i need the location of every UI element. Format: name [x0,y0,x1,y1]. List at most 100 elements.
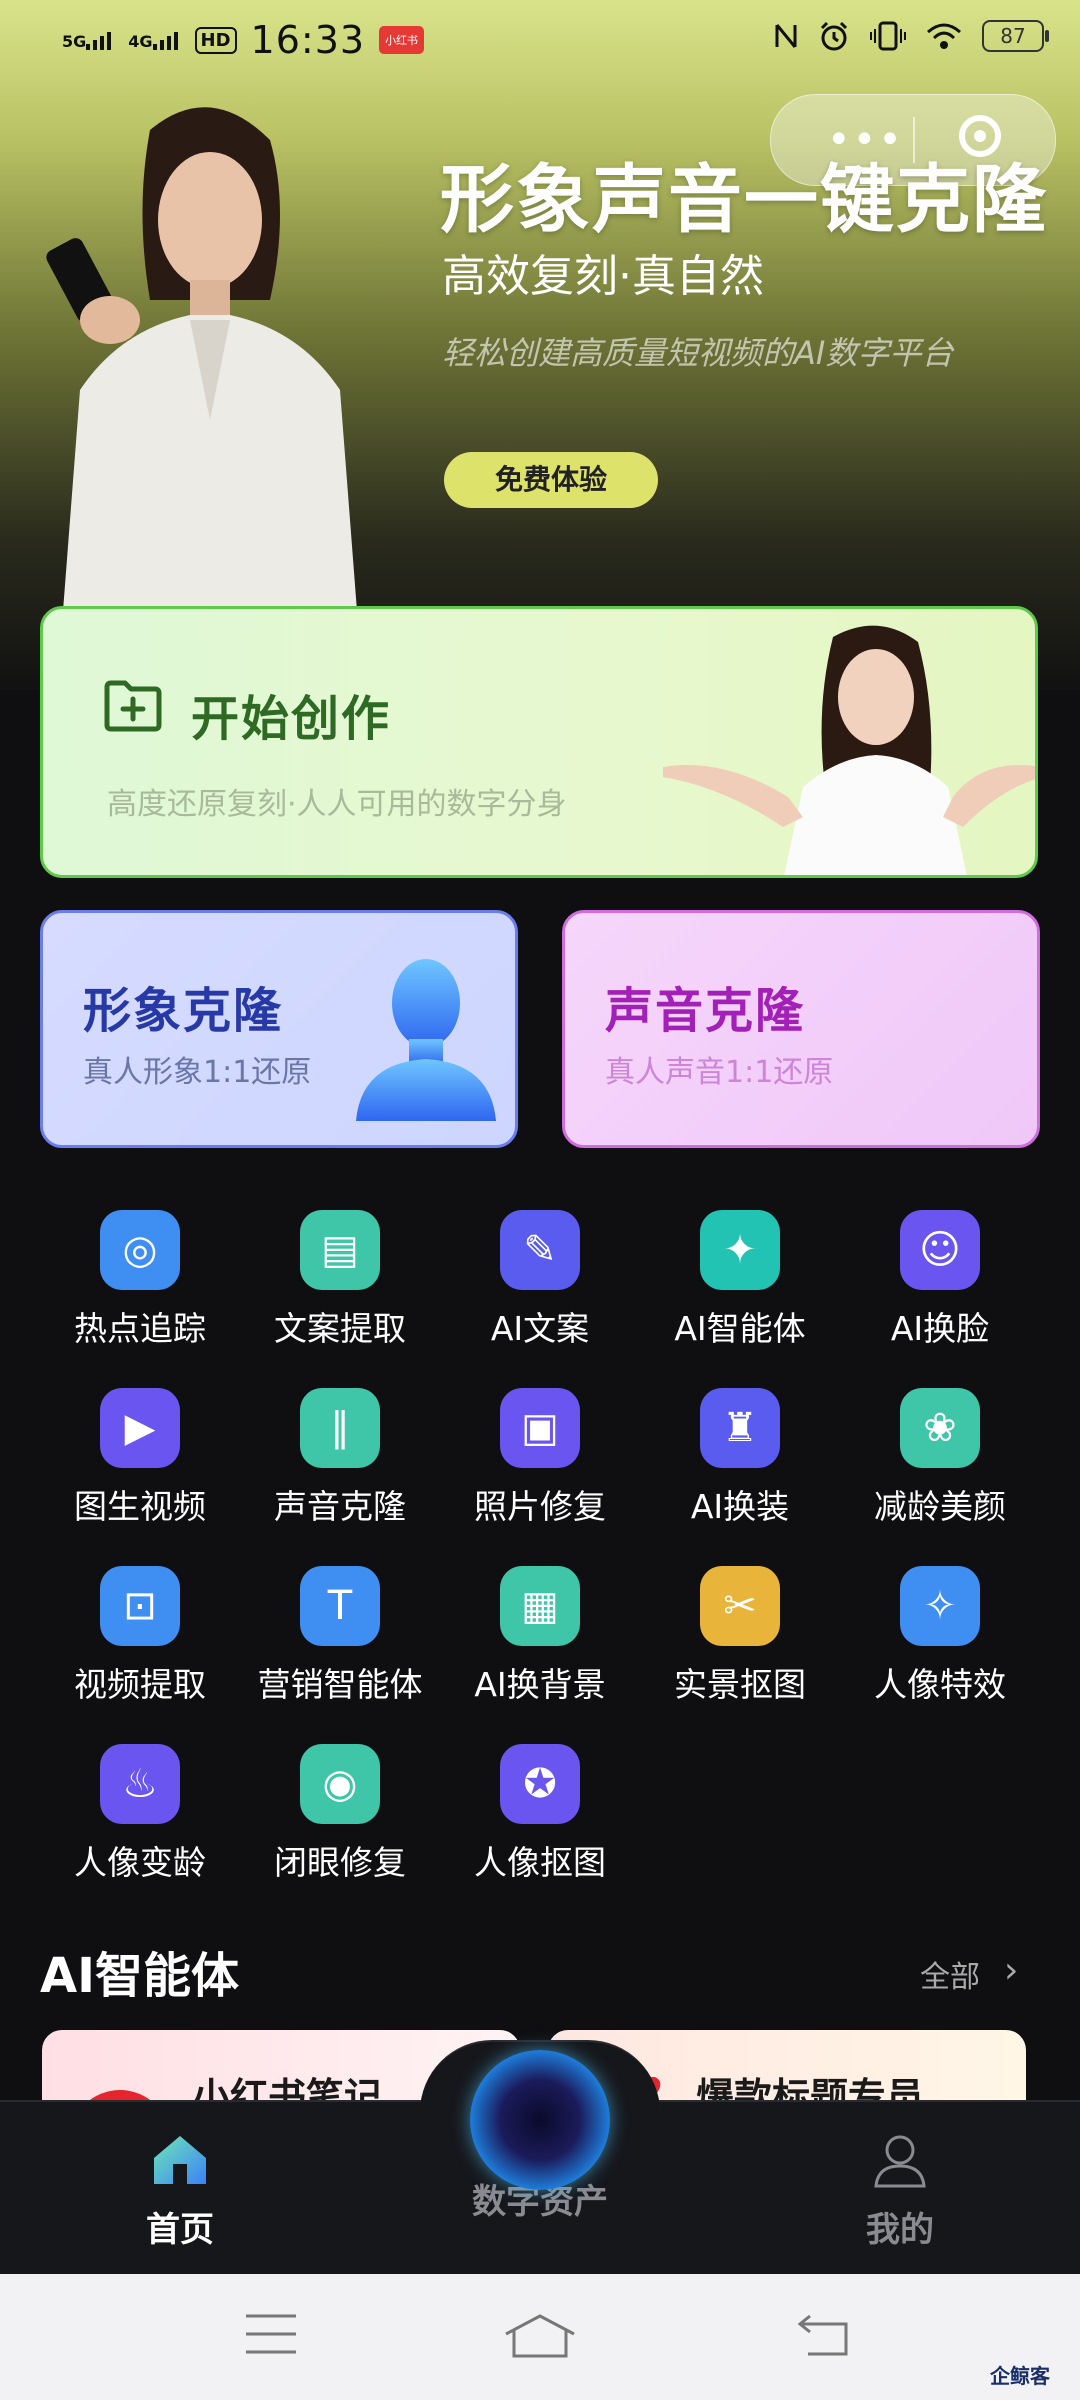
xiaohongshu-logo-icon [70,2090,170,2100]
hero-description: 轻松创建高质量短视频的AI数字平台 [442,334,954,372]
voice-clone-title: 声音克隆 [605,983,806,1039]
nfc-icon [775,24,797,48]
eye-repair-icon: ◉ [300,1744,380,1824]
tool-label: AI换脸 [890,1309,990,1348]
agents-section-title: AI智能体 [40,1948,240,2004]
background-swap-icon: ▦ [500,1566,580,1646]
hd-badge: HD [194,26,237,54]
create-title: 开始创作 [191,691,392,747]
hero-woman-image [46,107,360,650]
video-extract-icon: ⊡ [100,1566,180,1646]
scene-cutout-icon: ✂ [700,1566,780,1646]
wifi-icon [927,23,961,49]
target-icon: ◎ [100,1210,180,1290]
app-badge: 小红书 [379,26,425,54]
tool-label: 人像抠图 [474,1843,606,1882]
tool-label: AI换装 [690,1487,790,1526]
create-woman-image [663,625,1035,875]
battery-indicator: 87 [982,20,1049,52]
portrait-effect-icon: ✧ [900,1566,980,1646]
agent-card-title: 小红书笔记 [192,2075,383,2100]
menu-icon[interactable] [244,2312,298,2356]
outfit-icon: ♜ [700,1388,780,1468]
tool-label: 热点追踪 [74,1309,206,1348]
home-icon [154,2136,206,2184]
image-clone-card[interactable]: 形象克隆 真人形象1:1还原 [40,910,518,1148]
folder-add-icon [104,680,162,732]
magic-cutout-icon: ✪ [500,1744,580,1824]
tool-item[interactable]: ✧ 人像特效 [840,1566,1040,1736]
tool-item[interactable]: ▣ 照片修复 [440,1388,640,1558]
tab-home[interactable]: 首页 [80,2132,280,2251]
tool-label: 人像特效 [874,1665,1006,1704]
tool-item[interactable]: T 营销智能体 [240,1566,440,1736]
tool-item[interactable]: ♨ 人像变龄 [40,1744,240,1914]
tool-item[interactable]: ☺ AI换脸 [840,1210,1040,1380]
tool-item[interactable]: ∥ 声音克隆 [240,1388,440,1558]
play-video-icon: ▶ [100,1388,180,1468]
create-subtitle: 高度还原复刻·人人可用的数字分身 [107,787,567,822]
tool-item[interactable]: ✂ 实景抠图 [640,1566,840,1736]
cake-icon: ♨ [100,1744,180,1824]
tool-label: 声音克隆 [274,1487,406,1526]
tool-item[interactable]: ❀ 减龄美颜 [840,1388,1040,1558]
photo-repair-icon: ▣ [500,1388,580,1468]
tool-item[interactable]: ✎ AI文案 [440,1210,640,1380]
document-extract-icon: ▤ [300,1210,380,1290]
soundwave-icon: ∥ [300,1388,380,1468]
start-create-card[interactable]: 开始创作 高度还原复刻·人人可用的数字分身 [40,606,1038,878]
tool-label: AI文案 [490,1309,590,1348]
hero-subtitle: 高效复刻·真自然 [442,251,764,302]
tool-label: 减龄美颜 [874,1487,1006,1526]
vibrate-icon [870,21,906,51]
hero-title: 形象声音一键克隆 [440,157,1048,243]
tab-mine[interactable]: 我的 [800,2132,1000,2251]
tool-label: 实景抠图 [674,1665,806,1704]
tool-item[interactable]: ▶ 图生视频 [40,1388,240,1558]
tool-item[interactable]: ◎ 热点追踪 [40,1210,240,1380]
chevron-right-icon[interactable]: › [1004,1950,1018,1991]
tool-label: 人像变龄 [74,1843,206,1882]
tool-label: 图生视频 [74,1487,206,1526]
free-trial-button[interactable]: 免费体验 [444,452,658,508]
status-time: 16:33 [250,18,366,62]
pen-icon: ✎ [500,1210,580,1290]
head-bust-icon [356,959,496,1121]
tool-label: AI智能体 [674,1309,806,1348]
voice-clone-card[interactable]: 声音克隆 真人声音1:1还原 [562,910,1040,1148]
tool-label: 营销智能体 [257,1665,423,1704]
watermark-logo: 企鲸客 [990,2364,1050,2388]
tool-label: 闭眼修复 [274,1843,406,1882]
sparkle-icon: ✦ [700,1210,780,1290]
soundwave-icon [867,970,1023,1096]
beauty-face-icon: ❀ [900,1388,980,1468]
signal-4g: 4G [128,30,180,50]
image-clone-title: 形象克隆 [83,983,284,1039]
tool-label: AI换背景 [474,1665,606,1704]
agents-all-link[interactable]: 全部 [920,1952,980,1996]
tool-label: 照片修复 [474,1487,606,1526]
back-icon[interactable] [796,2312,850,2356]
voice-clone-subtitle: 真人声音1:1还原 [605,1055,834,1090]
tool-item[interactable]: ⊡ 视频提取 [40,1566,240,1736]
tool-item[interactable]: ▤ 文案提取 [240,1210,440,1380]
tool-item[interactable]: ▦ AI换背景 [440,1566,640,1736]
signal-5g: 5G [62,30,114,50]
image-clone-subtitle: 真人形象1:1还原 [83,1055,312,1090]
tab-home-label: 首页 [146,2210,214,2250]
status-bar: 5G 4G HD 16:33 小红书 87 [0,0,1080,80]
tool-item[interactable]: ◉ 闭眼修复 [240,1744,440,1914]
hero-banner[interactable]: 5G 4G HD 16:33 小红书 87 ••• 形象声音一键克隆 高效复刻·… [0,0,1080,690]
user-icon [874,2135,926,2188]
tool-label: 视频提取 [74,1665,206,1704]
tool-item[interactable]: ♜ AI换装 [640,1388,840,1558]
orb-icon[interactable] [470,2050,610,2190]
tool-label: 文案提取 [274,1309,406,1348]
tool-item[interactable]: ✦ AI智能体 [640,1210,840,1380]
face-swap-icon: ☺ [900,1210,980,1290]
text-agent-icon: T [300,1566,380,1646]
tab-mine-label: 我的 [866,2210,934,2250]
tool-item[interactable]: ✪ 人像抠图 [440,1744,640,1914]
home-outline-icon[interactable] [504,2312,576,2358]
alarm-icon [820,21,848,51]
